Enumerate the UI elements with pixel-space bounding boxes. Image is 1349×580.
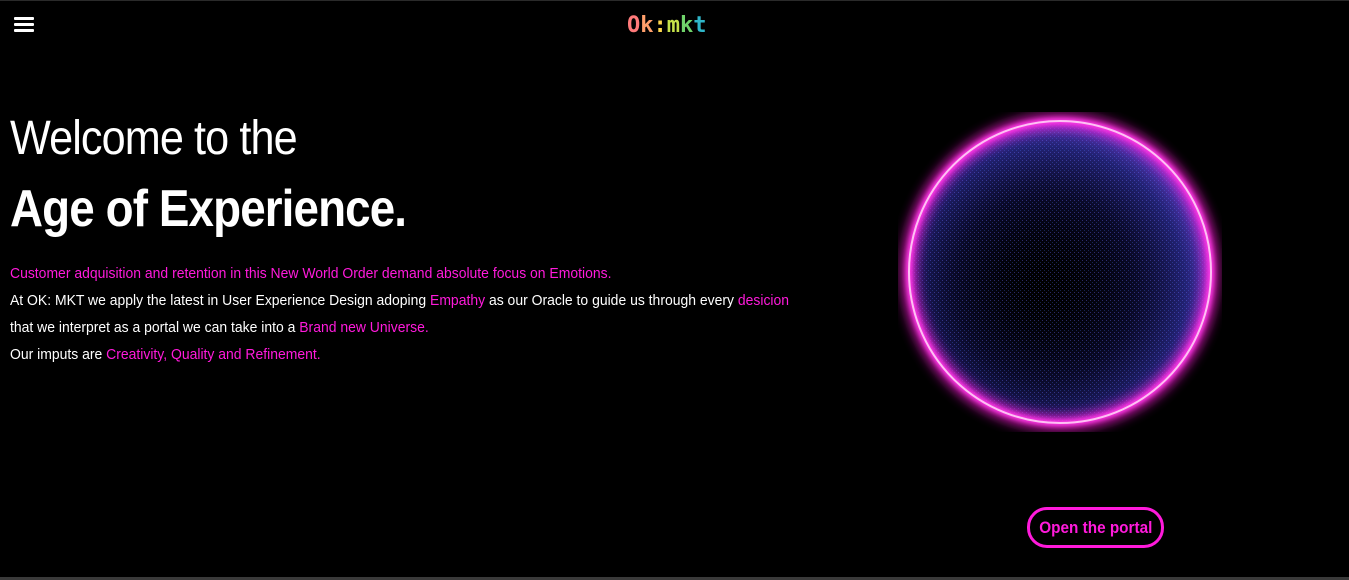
open-portal-label: Open the portal bbox=[1038, 518, 1153, 537]
description-line: At OK: MKT we apply the latest in User E… bbox=[10, 287, 828, 314]
hamburger-menu-icon[interactable] bbox=[13, 15, 35, 35]
description-line: Our imputs are Creativity, Quality and R… bbox=[10, 341, 828, 368]
description-line: Customer adquisition and retention in th… bbox=[10, 260, 828, 287]
top-border bbox=[0, 0, 1349, 1]
logo[interactable]: Ok:mkt bbox=[627, 14, 707, 38]
open-portal-button[interactable]: Open the portal bbox=[1027, 507, 1164, 548]
body-text: as our Oracle to guide us through every bbox=[485, 292, 738, 309]
body-text: At OK: MKT we apply the latest in User E… bbox=[10, 292, 431, 309]
hero-headline: Age of Experience. bbox=[10, 180, 407, 238]
logo-letter: t bbox=[693, 13, 707, 38]
highlight-text: Customer adquisition and retention in th… bbox=[10, 265, 612, 282]
hero-welcome: Welcome to the bbox=[10, 112, 298, 165]
logo-letter: O bbox=[627, 13, 641, 38]
body-text: Our imputs are bbox=[10, 346, 107, 363]
logo-letter: k bbox=[680, 13, 694, 38]
highlight-text: Brand new Universe. bbox=[299, 319, 429, 336]
highlight-text: Creativity, Quality and Refinement. bbox=[106, 346, 321, 363]
body-text: that we interpret as a portal we can tak… bbox=[10, 319, 300, 336]
menu-bar bbox=[14, 29, 34, 32]
menu-bar bbox=[14, 17, 34, 20]
hero-description: Customer adquisition and retention in th… bbox=[10, 260, 890, 368]
menu-bar bbox=[14, 23, 34, 26]
portal-ring-graphic bbox=[898, 112, 1222, 432]
highlight-text: desicion bbox=[737, 292, 790, 309]
highlight-text: Empathy bbox=[430, 292, 486, 309]
hero: Welcome to the Age of Experience. bbox=[10, 108, 870, 244]
logo-letter: : bbox=[653, 13, 667, 38]
logo-letter: m bbox=[666, 13, 680, 38]
description-line: that we interpret as a portal we can tak… bbox=[10, 314, 828, 341]
logo-letter: k bbox=[640, 13, 654, 38]
